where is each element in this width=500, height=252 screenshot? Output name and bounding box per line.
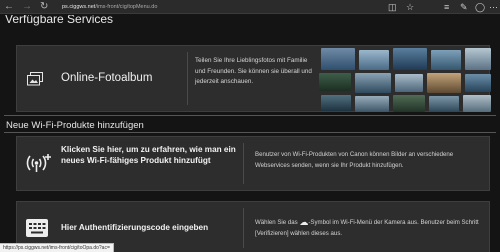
available-services-heading: Verfügbare Services <box>5 15 114 26</box>
add-wifi-product-card[interactable]: Klicken Sie hier, um zu erfahren, wie ma… <box>16 136 490 191</box>
photo-thumbnail <box>465 48 491 70</box>
card-divider <box>187 52 188 105</box>
authentication-code-title: Hier Authentifizierungscode eingeben <box>61 223 209 232</box>
section-divider <box>4 132 496 133</box>
page-content: Verfügbare Services Online-Fotoalbum Tei… <box>0 15 500 252</box>
forward-arrow-icon[interactable]: → <box>22 1 32 13</box>
photo-thumbnail <box>393 48 427 70</box>
photo-thumbnail <box>463 95 491 112</box>
web-note-icon[interactable]: ✎ <box>460 1 468 13</box>
photo-thumbnail <box>431 50 461 70</box>
photo-thumbnail <box>427 73 461 93</box>
add-wifi-product-title: Klicken Sie hier, um zu erfahren, wie ma… <box>61 145 236 165</box>
album-card-header: Online-Fotoalbum <box>17 46 187 113</box>
photo-thumbnail <box>319 73 351 91</box>
more-menu-icon[interactable]: ⋯ <box>489 1 498 13</box>
wifi-add-icon <box>26 154 51 172</box>
url-path: /ims-front/cig/topMenu.do <box>95 4 158 10</box>
url-host: ps.ciggws.net <box>62 4 96 10</box>
photo-thumbnail <box>321 48 355 70</box>
hub-menu-icon[interactable]: ≡ <box>444 1 449 13</box>
album-card-description: Teilen Sie Ihre Lieblingsfotos mit Famil… <box>195 57 312 85</box>
photo-thumbnail <box>429 96 459 112</box>
photo-thumbnail <box>321 95 351 111</box>
album-card-title: Online-Fotoalbum <box>61 72 153 84</box>
card-divider <box>243 208 244 248</box>
photo-thumbnail <box>355 96 389 112</box>
back-arrow-icon[interactable]: ← <box>4 1 14 13</box>
photo-thumbnail <box>395 74 423 92</box>
reading-view-icon[interactable]: ◫ <box>388 1 397 13</box>
share-icon[interactable]: ◯ <box>475 1 485 13</box>
auth-desc-before: Wählen Sie das <box>255 219 298 226</box>
authentication-code-description: Wählen Sie das ☁-Symbol im Wi-Fi-Menü de… <box>255 218 485 239</box>
section-divider <box>4 115 496 116</box>
add-wifi-product-description: Benutzer von Wi-Fi-Produkten von Canon k… <box>255 151 454 169</box>
favorite-star-icon[interactable]: ☆ <box>406 1 414 13</box>
wifi-products-heading: Neue Wi-Fi-Produkte hinzufügen <box>6 120 144 131</box>
photo-album-icon <box>27 72 43 86</box>
photo-thumbnail <box>465 74 491 92</box>
card-divider <box>243 143 244 184</box>
status-bar-url: https://ps.ciggws.net/ims-front/cig/toOp… <box>0 243 114 252</box>
address-bar[interactable]: ps.ciggws.net/ims-front/cig/topMenu.do <box>62 2 382 12</box>
keyboard-icon <box>26 219 48 237</box>
browser-toolbar: ← → ↻ ps.ciggws.net/ims-front/cig/topMen… <box>0 0 500 14</box>
photo-thumbnail-collage <box>317 46 491 113</box>
photo-thumbnail <box>355 73 391 93</box>
photo-thumbnail <box>393 95 425 112</box>
online-photo-album-card[interactable]: Online-Fotoalbum Teilen Sie Ihre Lieblin… <box>16 45 491 113</box>
reload-icon[interactable]: ↻ <box>40 1 48 13</box>
photo-thumbnail <box>359 50 389 70</box>
